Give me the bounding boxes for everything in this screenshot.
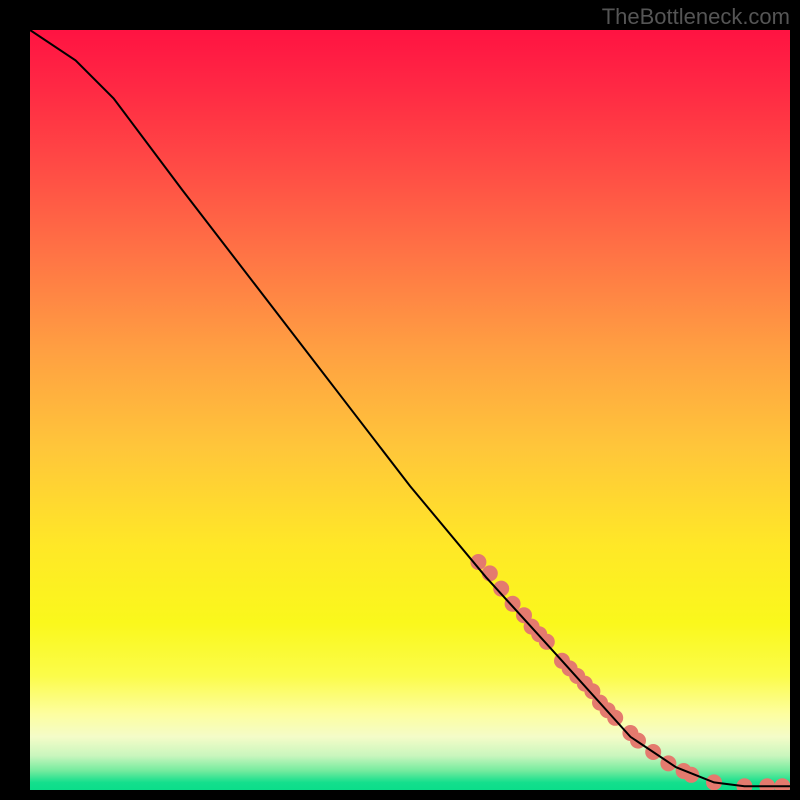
data-point	[482, 565, 498, 581]
watermark-text: TheBottleneck.com	[602, 4, 790, 30]
curve-layer	[30, 30, 790, 790]
data-point	[759, 778, 775, 790]
data-point	[736, 778, 752, 790]
data-markers	[470, 554, 790, 790]
data-point	[505, 596, 521, 612]
chart-container: TheBottleneck.com	[0, 0, 800, 800]
data-point	[539, 634, 555, 650]
plot-area	[30, 30, 790, 790]
data-point	[774, 778, 790, 790]
bottleneck-curve	[30, 30, 790, 786]
